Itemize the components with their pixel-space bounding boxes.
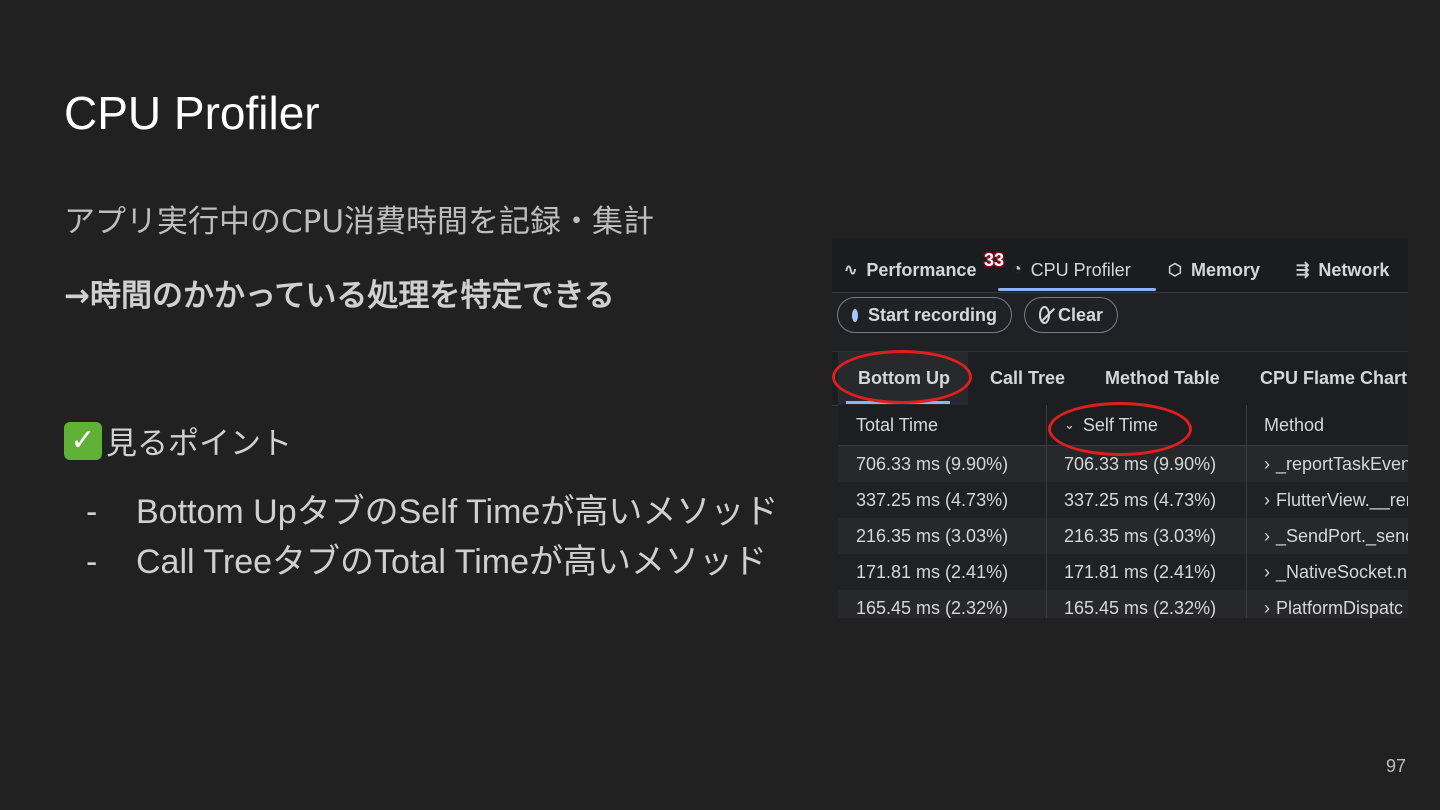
expand-chevron-icon[interactable]: › [1264,454,1270,475]
cell-method: › PlatformDispatc [1246,590,1408,618]
method-name: _reportTaskEven [1276,453,1408,474]
table-row[interactable]: 337.25 ms (4.73%) 337.25 ms (4.73%) › Flu… [838,482,1408,518]
clear-button[interactable]: Clear [1024,297,1118,333]
bullet-item: - Bottom UpタブのSelf Timeが高いメソッド [86,488,778,538]
method-name: _SendPort._senc [1276,525,1408,546]
table-row[interactable]: 165.45 ms (2.32%) 165.45 ms (2.32%) › Pla… [838,590,1408,618]
tab-cpu-flame-chart-label: CPU Flame Chart [1260,368,1408,388]
tab-cpu-profiler-label: CPU Profiler [1030,259,1131,280]
expand-chevron-icon[interactable]: › [1264,490,1270,511]
start-recording-label: Start recording [867,304,997,325]
expand-chevron-icon[interactable]: › [1264,598,1270,619]
cube-icon: ⬡ [1168,262,1182,279]
tab-performance[interactable]: ∿ Performance [844,258,976,282]
column-total-time-label: Total Time [856,414,939,435]
cell-method: › _NativeSocket.n [1246,554,1408,590]
tab-cpu-flame-chart[interactable]: CPU Flame Chart [1232,352,1408,405]
tab-cpu-profiler[interactable]: ◔ CPU Profiler [1012,258,1131,282]
tab-call-tree-label: Call Tree [990,368,1066,388]
pulse-icon: ∿ [844,262,858,279]
points-heading-label: 見るポイント [106,426,292,462]
cell-method: › _reportTaskEven [1246,446,1408,482]
tab-network[interactable]: ⇶ Network [1296,258,1389,282]
clear-icon [1039,306,1050,324]
column-divider [1046,405,1047,618]
tab-method-table-label: Method Table [1105,368,1220,388]
method-name: _NativeSocket.n [1276,561,1408,582]
table-row[interactable]: 216.35 ms (3.03%) 216.35 ms (3.03%) › _Se… [838,518,1408,554]
cell-total-time: 337.25 ms (4.73%) [856,489,1009,510]
bullet-dash: - [86,543,98,581]
start-recording-button[interactable]: Start recording [837,297,1012,333]
cell-total-time: 171.81 ms (2.41%) [856,561,1009,582]
self-time-annotation-circle [1048,402,1192,456]
cell-total-time: 216.35 ms (3.03%) [856,525,1009,546]
column-divider [1246,405,1247,618]
cell-self-time: 337.25 ms (4.73%) [1064,489,1217,510]
bullet-dash: - [86,493,98,531]
method-name: PlatformDispatc [1276,597,1404,618]
expand-chevron-icon[interactable]: › [1264,562,1270,583]
bullet-item: - Call TreeタブのTotal Timeが高いメソッド [86,538,778,588]
record-icon [852,308,858,322]
speedometer-icon: ◔ [1012,261,1022,278]
tab-call-tree[interactable]: Call Tree [968,352,1082,405]
page-number: 97 [1385,756,1406,776]
cell-method: › FlutterView.__rer [1246,482,1408,518]
slide-subtitle: アプリ実行中のCPU消費時間を記録・集計 [64,204,655,240]
cell-self-time: 165.45 ms (2.32%) [1064,597,1217,618]
bullet-text: Call TreeタブのTotal Timeが高いメソッド [136,543,767,581]
column-method[interactable]: Method [1246,405,1408,445]
tab-network-label: Network [1318,259,1390,280]
expand-chevron-icon[interactable]: › [1264,526,1270,547]
devtools-screenshot: ∿ Performance 33 ◔ CPU Profiler ⬡ Memory… [832,238,1408,618]
tab-performance-label: Performance [866,259,977,280]
slide-title: CPU Profiler [64,87,320,139]
bullet-text: Bottom UpタブのSelf Timeが高いメソッド [136,493,779,531]
slide-highlight: →時間のかかっている処理を特定できる [64,278,615,314]
clear-label: Clear [1057,304,1103,325]
check-mark-button-icon: ✓ [64,421,102,460]
issue-count-badge: 33 [984,250,1005,270]
cell-method: › _SendPort._senc [1246,518,1408,554]
points-heading: ✓ 見るポイント [64,418,292,463]
table-row[interactable]: 171.81 ms (2.41%) 171.81 ms (2.41%) › _Na… [838,554,1408,590]
column-method-label: Method [1264,414,1325,435]
cell-total-time: 165.45 ms (2.32%) [856,597,1009,618]
bullet-list: - Bottom UpタブのSelf Timeが高いメソッド - Call Tr… [86,488,778,588]
tab-memory[interactable]: ⬡ Memory [1168,258,1260,282]
cell-self-time: 171.81 ms (2.41%) [1064,561,1217,582]
method-name: FlutterView.__rer [1276,489,1408,510]
tab-memory-label: Memory [1190,259,1260,280]
bottom-up-annotation-circle [832,350,972,404]
cell-self-time: 216.35 ms (3.03%) [1064,525,1217,546]
column-total-time[interactable]: Total Time [838,405,1046,445]
network-signal-icon: ⇶ [1296,262,1310,279]
tab-method-table[interactable]: Method Table [1082,352,1232,405]
active-tab-indicator [998,288,1156,291]
devtools-tab-bar: ∿ Performance 33 ◔ CPU Profiler ⬡ Memory… [832,238,1408,293]
cell-total-time: 706.33 ms (9.90%) [856,453,1009,474]
